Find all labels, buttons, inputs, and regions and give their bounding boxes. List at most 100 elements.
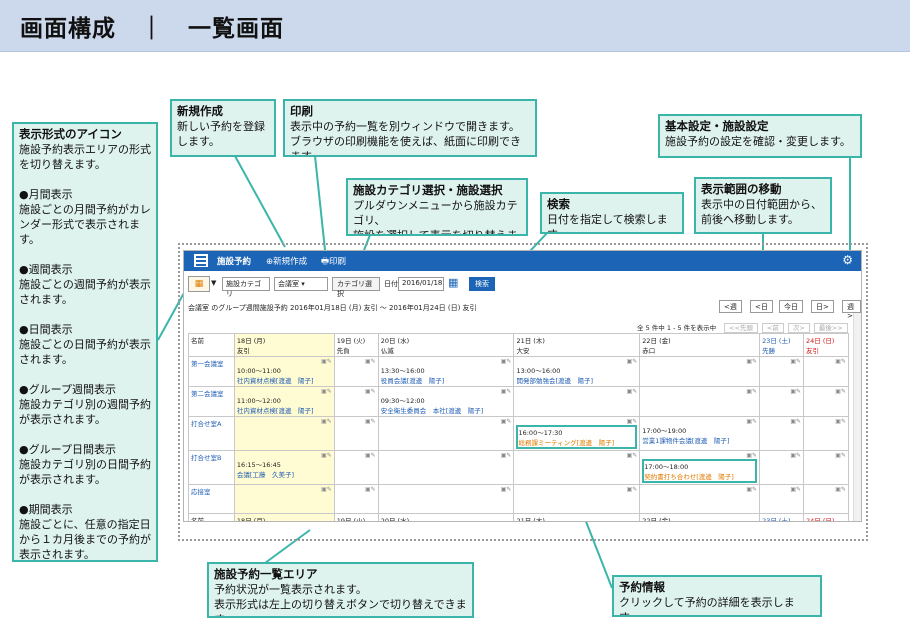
day-cell[interactable]: ▣✎ <box>513 386 641 417</box>
gear-icon[interactable]: ⚙ <box>842 253 853 267</box>
add-reservation-icon[interactable]: ▣✎ <box>835 358 846 365</box>
day-cell[interactable]: ▣✎ <box>377 450 515 485</box>
date-input[interactable]: 2016/01/18 <box>398 277 444 291</box>
day-cell[interactable]: ▣✎ 11:00〜12:00 社内資材点検[渡邊 陽子] <box>233 386 335 417</box>
pager-button[interactable]: 最後>> <box>813 323 848 333</box>
reservation-title[interactable]: 社内資材点検[渡邊 陽子] <box>237 405 332 415</box>
add-reservation-icon[interactable]: ▣✎ <box>365 418 376 425</box>
day-cell[interactable]: ▣✎ <box>803 386 849 417</box>
day-cell[interactable]: ▣✎ <box>759 484 805 514</box>
room-name[interactable]: 第二会議室 <box>191 388 232 398</box>
day-cell[interactable]: ▣✎ <box>233 416 335 451</box>
day-cell[interactable]: ▣✎ <box>803 484 849 514</box>
add-reservation-icon[interactable]: ▣✎ <box>627 418 638 425</box>
pager-button[interactable]: <<先頭 <box>724 323 758 333</box>
reservation-item[interactable]: 16:15〜16:45 会議[工藤 久美子] <box>237 459 332 479</box>
reservation-title[interactable]: 役員会議[渡邊 陽子] <box>381 375 512 385</box>
day-cell[interactable]: ▣✎ <box>333 416 379 451</box>
day-cell[interactable]: ▣✎ <box>639 484 761 514</box>
day-cell[interactable]: ▣✎ <box>513 484 641 514</box>
add-reservation-icon[interactable]: ▣✎ <box>365 358 376 365</box>
room-name[interactable]: 第一会議室 <box>191 358 232 368</box>
add-reservation-icon[interactable]: ▣✎ <box>790 486 801 493</box>
add-reservation-icon[interactable]: ▣✎ <box>746 486 757 493</box>
menu-icon[interactable] <box>194 254 208 267</box>
day-cell[interactable]: ▣✎ <box>639 356 761 387</box>
day-cell[interactable]: ▣✎ <box>759 416 805 451</box>
room-name[interactable]: 打合せ室A <box>191 418 232 428</box>
day-cell[interactable]: ▣✎ <box>333 484 379 514</box>
day-cell[interactable]: ▣✎ 17:00〜19:00 営業1課物件会議[渡邊 陽子] <box>639 416 761 451</box>
pager-button[interactable]: 次> <box>787 323 810 333</box>
pager-button[interactable]: <前 <box>761 323 784 333</box>
range-nav-button[interactable]: <日 <box>750 300 773 313</box>
reservation-title[interactable]: 契約書打ち合わせ[渡邊 陽子] <box>644 471 755 481</box>
search-button[interactable]: 検索 <box>469 277 495 291</box>
day-cell[interactable]: ▣✎ <box>759 386 805 417</box>
day-cell[interactable]: ▣✎ 16:00〜17:30 総務課ミーティング[渡邊 陽子] <box>513 416 641 451</box>
add-reservation-icon[interactable]: ▣✎ <box>835 486 846 493</box>
add-reservation-icon[interactable]: ▣✎ <box>746 452 757 459</box>
range-nav-button[interactable]: 週> <box>842 300 861 320</box>
add-reservation-icon[interactable]: ▣✎ <box>321 358 332 365</box>
add-reservation-icon[interactable]: ▣✎ <box>790 452 801 459</box>
day-cell[interactable]: ▣✎ <box>803 356 849 387</box>
reservation-item[interactable]: 13:00〜16:00 開発部勉強会[渡邊 陽子] <box>516 365 637 385</box>
day-cell[interactable]: ▣✎ <box>333 356 379 387</box>
range-nav-button[interactable]: 今日 <box>779 300 803 313</box>
add-reservation-icon[interactable]: ▣✎ <box>835 418 846 425</box>
add-reservation-icon[interactable]: ▣✎ <box>501 358 512 365</box>
day-cell[interactable]: ▣✎ <box>759 356 805 387</box>
add-reservation-icon[interactable]: ▣✎ <box>746 358 757 365</box>
reservation-title[interactable]: 営業1課物件会議[渡邊 陽子] <box>642 435 757 445</box>
new-reservation-button[interactable]: ⊕新規作成 <box>266 255 307 267</box>
calendar-icon[interactable]: ▦ <box>448 276 458 289</box>
add-reservation-icon[interactable]: ▣✎ <box>746 388 757 395</box>
add-reservation-icon[interactable]: ▣✎ <box>321 486 332 493</box>
day-cell[interactable]: ▣✎ 16:15〜16:45 会議[工藤 久美子] <box>233 450 335 485</box>
day-cell[interactable]: ▣✎ <box>333 386 379 417</box>
day-cell[interactable]: ▣✎ <box>333 450 379 485</box>
room-name[interactable]: 応接室 <box>191 486 232 496</box>
print-button[interactable]: 🖶印刷 <box>321 255 346 270</box>
add-reservation-icon[interactable]: ▣✎ <box>365 486 376 493</box>
day-cell[interactable]: ▣✎ <box>377 416 515 451</box>
reservation-item[interactable]: 13:30〜16:00 役員会議[渡邊 陽子] <box>381 365 512 385</box>
range-nav-button[interactable]: <週 <box>719 300 742 313</box>
day-cell[interactable]: ▣✎ <box>803 450 849 485</box>
reservation-item[interactable]: 16:00〜17:30 総務課ミーティング[渡邊 陽子] <box>516 425 638 449</box>
add-reservation-icon[interactable]: ▣✎ <box>321 452 332 459</box>
day-cell[interactable]: ▣✎ 13:00〜16:00 開発部勉強会[渡邊 陽子] <box>513 356 641 387</box>
add-reservation-icon[interactable]: ▣✎ <box>501 452 512 459</box>
add-reservation-icon[interactable]: ▣✎ <box>746 418 757 425</box>
add-reservation-icon[interactable]: ▣✎ <box>835 452 846 459</box>
day-cell[interactable]: ▣✎ 10:00〜11:00 社内資材点検[渡邊 陽子] <box>233 356 335 387</box>
day-cell[interactable]: ▣✎ 17:00〜18:00 契約書打ち合わせ[渡邊 陽子] <box>639 450 761 485</box>
add-reservation-icon[interactable]: ▣✎ <box>365 452 376 459</box>
add-reservation-icon[interactable]: ▣✎ <box>627 452 638 459</box>
category-select-button[interactable]: カテゴリ選択 <box>332 277 380 298</box>
add-reservation-icon[interactable]: ▣✎ <box>790 418 801 425</box>
reservation-title[interactable]: 総務課ミーティング[渡邊 陽子] <box>518 437 635 447</box>
add-reservation-icon[interactable]: ▣✎ <box>627 358 638 365</box>
reservation-title[interactable]: 安全衛生委員会 本社[渡邊 陽子] <box>381 405 512 415</box>
add-reservation-icon[interactable]: ▣✎ <box>501 388 512 395</box>
add-reservation-icon[interactable]: ▣✎ <box>365 388 376 395</box>
add-reservation-icon[interactable]: ▣✎ <box>321 388 332 395</box>
day-cell[interactable]: ▣✎ <box>639 386 761 417</box>
room-name[interactable]: 打合せ室B <box>191 452 232 462</box>
add-reservation-icon[interactable]: ▣✎ <box>790 358 801 365</box>
reservation-item[interactable]: 11:00〜12:00 社内資材点検[渡邊 陽子] <box>237 395 332 415</box>
scrollbar[interactable] <box>853 313 861 521</box>
add-reservation-icon[interactable]: ▣✎ <box>790 388 801 395</box>
add-reservation-icon[interactable]: ▣✎ <box>627 388 638 395</box>
add-reservation-icon[interactable]: ▣✎ <box>501 418 512 425</box>
add-reservation-icon[interactable]: ▣✎ <box>835 388 846 395</box>
reservation-item[interactable]: 10:00〜11:00 社内資材点検[渡邊 陽子] <box>237 365 332 385</box>
day-cell[interactable]: ▣✎ 09:30〜12:00 安全衛生委員会 本社[渡邊 陽子] <box>377 386 515 417</box>
add-reservation-icon[interactable]: ▣✎ <box>627 486 638 493</box>
day-cell[interactable]: ▣✎ <box>759 450 805 485</box>
day-cell[interactable]: ▣✎ <box>513 450 641 485</box>
day-cell[interactable]: ▣✎ <box>233 484 335 514</box>
reservation-item[interactable]: 17:00〜18:00 契約書打ち合わせ[渡邊 陽子] <box>642 459 758 483</box>
